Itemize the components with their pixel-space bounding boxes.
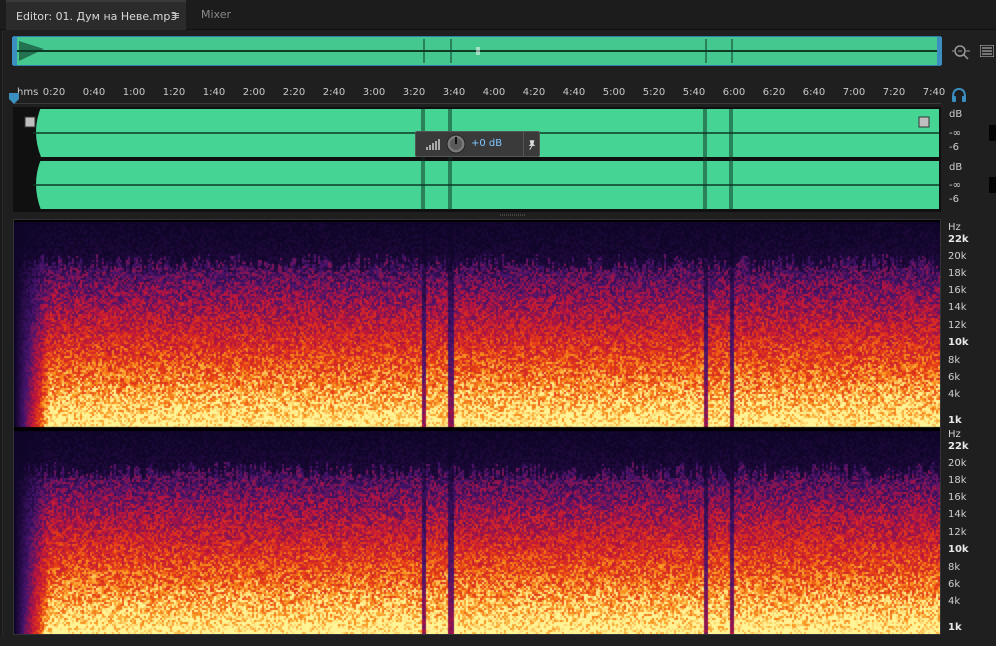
hz-label: 14k <box>948 509 967 520</box>
ruler-tick-label: 7:00 <box>842 87 866 98</box>
hz-label: 4k <box>948 389 961 400</box>
overview-handle-left[interactable] <box>12 37 17 65</box>
db-scale: dB -∞ -6 dB -∞ -6 <box>941 107 996 212</box>
ruler-tick-label: 4:00 <box>482 87 506 98</box>
ruler-tick-label: 6:00 <box>722 87 746 98</box>
db-label: -6 <box>949 194 959 205</box>
db-label: dB <box>949 109 963 120</box>
overview-handle-right[interactable] <box>937 37 942 65</box>
ruler-tick-label: 4:20 <box>522 87 546 98</box>
hz-label: 6k <box>948 579 961 590</box>
db-label: -∞ <box>949 128 961 139</box>
hz-label: 4k <box>948 596 961 607</box>
hz-label: 8k <box>948 355 961 366</box>
hz-label: 6k <box>948 372 961 383</box>
hz-label: 22k <box>948 441 969 452</box>
ruler-tick-label: 7:20 <box>882 87 906 98</box>
hz-label: Hz <box>948 429 961 440</box>
ruler-tick-label: 3:00 <box>362 87 386 98</box>
tab-editor[interactable]: Editor: 01. Дум на Неве.mp3 ≡ <box>6 0 186 30</box>
ruler-tick-label: 1:20 <box>162 87 186 98</box>
ruler-tick-label: 0:20 <box>42 87 66 98</box>
left-panel-edge <box>0 30 3 646</box>
level-meter <box>989 177 996 193</box>
hz-label: 12k <box>948 527 967 538</box>
volume-knob[interactable] <box>446 134 466 154</box>
amplitude-hud[interactable]: +0 dB <box>415 131 540 157</box>
db-label: -∞ <box>949 180 961 191</box>
tab-mixer[interactable]: Mixer <box>188 0 256 30</box>
hz-label: 16k <box>948 492 967 503</box>
ruler-tick-label: 7:40 <box>922 87 946 98</box>
hz-label: 18k <box>948 268 967 279</box>
ruler-tick-label: 5:00 <box>602 87 626 98</box>
hz-label: 16k <box>948 285 967 296</box>
overview-wave-graphic <box>14 39 940 63</box>
ruler-tick-label: 1:40 <box>202 87 226 98</box>
panel-menu-icon[interactable] <box>980 45 994 57</box>
waveform-display[interactable] <box>13 107 941 212</box>
fade-handle[interactable] <box>918 116 930 128</box>
playhead-marker[interactable] <box>8 93 20 105</box>
zoom-icon[interactable] <box>951 42 971 62</box>
level-meter <box>989 125 996 141</box>
tab-bar: Editor: 01. Дум на Неве.mp3 ≡ Mixer <box>0 0 996 30</box>
panel-menu-icon[interactable]: ≡ <box>171 9 180 22</box>
fade-handle[interactable] <box>24 116 36 128</box>
hz-label: 12k <box>948 320 967 331</box>
ruler-tick-label: 2:40 <box>322 87 346 98</box>
hz-label: 10k <box>948 544 969 555</box>
volume-value[interactable]: +0 dB <box>471 138 502 149</box>
status-bar <box>0 636 996 646</box>
hz-label: 1k <box>948 415 962 426</box>
hz-label: 8k <box>948 562 961 573</box>
ruler-tick-label: 2:20 <box>282 87 306 98</box>
ruler-tick-label: 6:20 <box>762 87 786 98</box>
pin-icon[interactable] <box>523 132 540 156</box>
ruler-tick-label: 3:40 <box>442 87 466 98</box>
level-bars-icon <box>426 139 440 150</box>
ruler-tick-label: 5:40 <box>682 87 706 98</box>
hz-label: 10k <box>948 337 969 348</box>
ruler-units-label: hms <box>17 87 39 98</box>
db-label: dB <box>949 162 963 173</box>
time-ruler[interactable]: hms 0:20 0:40 1:00 1:20 1:40 2:00 2:20 2:40 3:00… <box>13 84 945 104</box>
hz-label: Hz <box>948 222 961 233</box>
ruler-tick-label: 3:20 <box>402 87 426 98</box>
ruler-tick-label: 6:40 <box>802 87 826 98</box>
hz-label: 1k <box>948 622 962 633</box>
ruler-tick-label: 2:00 <box>242 87 266 98</box>
headphones-icon[interactable] <box>951 87 967 103</box>
ruler-tick-label: 4:40 <box>562 87 586 98</box>
hz-label: 14k <box>948 302 967 313</box>
hz-label: 20k <box>948 251 967 262</box>
spectral-display[interactable] <box>13 219 941 635</box>
panel-divider-grip[interactable] <box>500 213 526 217</box>
waveform-graphic <box>13 107 939 210</box>
frequency-scale: Hz 22k 20k 18k 16k 14k 12k 10k 8k 6k 4k 1k Hz 22k 20k 1… <box>941 219 996 635</box>
hz-label: 22k <box>948 234 969 245</box>
overview-waveform[interactable] <box>12 36 942 66</box>
hz-label: 18k <box>948 475 967 486</box>
ruler-tick-label: 1:00 <box>122 87 146 98</box>
ruler-tick-label: 5:20 <box>642 87 666 98</box>
spectrogram <box>14 220 940 634</box>
db-label: -6 <box>949 142 959 153</box>
ruler-tick-label: 0:40 <box>82 87 106 98</box>
tab-mixer-label: Mixer <box>201 8 232 21</box>
hz-label: 20k <box>948 458 967 469</box>
tab-editor-label: Editor: 01. Дум на Неве.mp3 <box>16 10 178 23</box>
